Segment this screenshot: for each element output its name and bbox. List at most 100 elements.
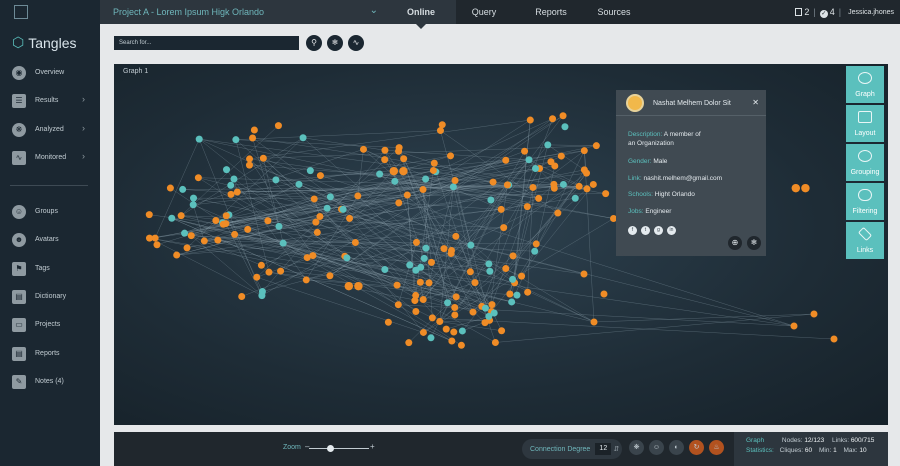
graph-node[interactable] bbox=[549, 115, 557, 123]
graph-node[interactable] bbox=[391, 177, 399, 185]
tab-sources[interactable]: Sources bbox=[584, 0, 644, 24]
documents-counter[interactable]: 2 bbox=[795, 7, 809, 17]
graph-node[interactable] bbox=[313, 228, 321, 236]
graph-node[interactable] bbox=[194, 174, 202, 182]
graph-node[interactable] bbox=[412, 308, 420, 316]
graph-node[interactable] bbox=[531, 164, 539, 172]
graph-node[interactable] bbox=[214, 236, 222, 244]
graph-node[interactable] bbox=[810, 310, 818, 318]
graph-node[interactable] bbox=[602, 190, 610, 198]
graph-node[interactable] bbox=[589, 180, 597, 188]
graph-node[interactable] bbox=[212, 216, 220, 224]
project-selector[interactable]: Project A - Lorem Ipsum Higk Orlando ⌄ bbox=[100, 0, 386, 24]
graph-node[interactable] bbox=[559, 180, 567, 188]
sidebar-item-tags[interactable]: ⚑ Tags bbox=[0, 259, 100, 279]
graph-node[interactable] bbox=[523, 203, 531, 211]
graph-node[interactable] bbox=[444, 299, 452, 307]
graph-node[interactable] bbox=[395, 144, 403, 152]
graph-node[interactable] bbox=[173, 251, 181, 259]
graph-node[interactable] bbox=[189, 201, 197, 209]
google-icon[interactable]: g bbox=[654, 226, 663, 235]
graph-node[interactable] bbox=[264, 217, 272, 225]
group-cluster-icon[interactable]: ●● bbox=[791, 181, 810, 194]
graph-node[interactable] bbox=[412, 238, 420, 246]
graph-node[interactable] bbox=[246, 155, 254, 163]
graph-node[interactable] bbox=[233, 188, 241, 196]
graph-node[interactable] bbox=[181, 229, 189, 237]
tab-online[interactable]: Online bbox=[386, 0, 456, 29]
graph-node[interactable] bbox=[238, 293, 246, 301]
graph-node[interactable] bbox=[343, 254, 351, 262]
graph-node[interactable] bbox=[265, 268, 273, 276]
graph-node[interactable] bbox=[279, 239, 287, 247]
graph-node[interactable] bbox=[381, 266, 389, 274]
graph-node[interactable] bbox=[498, 327, 506, 335]
checks-counter[interactable]: ✓ 4 bbox=[819, 7, 835, 18]
graph-node[interactable] bbox=[295, 180, 303, 188]
field-value[interactable]: nashit.melhem@gmail.com bbox=[644, 175, 723, 182]
tool-filtering[interactable]: Filtering bbox=[846, 183, 884, 220]
zoom-out-icon[interactable]: – bbox=[305, 442, 309, 451]
graph-node[interactable] bbox=[381, 146, 389, 154]
graph-node[interactable] bbox=[200, 237, 208, 245]
graph-node[interactable] bbox=[393, 281, 401, 289]
graph-node[interactable] bbox=[326, 193, 334, 201]
graph-node[interactable] bbox=[253, 273, 261, 281]
tool-layout[interactable]: Layout bbox=[846, 105, 884, 142]
graph-node[interactable] bbox=[405, 339, 413, 347]
app-logo-icon[interactable] bbox=[14, 5, 28, 19]
graph-node[interactable] bbox=[554, 209, 562, 217]
graph-node[interactable] bbox=[419, 328, 427, 336]
snowflake-icon[interactable]: ❄ bbox=[327, 35, 343, 51]
graph-node[interactable] bbox=[177, 212, 185, 220]
close-icon[interactable]: ✕ bbox=[752, 98, 759, 107]
graph-node[interactable] bbox=[403, 191, 411, 199]
connection-degree-input[interactable]: 12 bbox=[595, 443, 612, 455]
graph-node[interactable] bbox=[448, 246, 456, 254]
graph-node[interactable] bbox=[524, 288, 532, 296]
sidebar-item-analyzed[interactable]: ❋ Analyzed › bbox=[0, 120, 100, 140]
graph-node[interactable] bbox=[145, 211, 153, 219]
graph-node[interactable] bbox=[430, 159, 438, 167]
graph-node[interactable] bbox=[316, 213, 324, 221]
snowflake-icon[interactable]: ❄ bbox=[747, 236, 761, 250]
twitter-icon[interactable]: t bbox=[641, 226, 650, 235]
group-cluster-icon[interactable]: ●● bbox=[344, 279, 363, 292]
graph-node[interactable] bbox=[447, 152, 455, 160]
graph-node[interactable] bbox=[190, 194, 198, 202]
graph-node[interactable] bbox=[502, 265, 510, 273]
graph-node[interactable] bbox=[323, 204, 331, 212]
graph-node[interactable] bbox=[312, 218, 320, 226]
graph-node[interactable] bbox=[451, 311, 459, 319]
graph-node[interactable] bbox=[450, 328, 458, 336]
graph-node[interactable] bbox=[600, 290, 608, 298]
graph-node[interactable] bbox=[525, 156, 533, 164]
sidebar-item-dictionary[interactable]: ▤ Dictionary bbox=[0, 287, 100, 307]
graph-node[interactable] bbox=[449, 183, 457, 191]
graph-node[interactable] bbox=[420, 254, 428, 262]
network-icon[interactable]: ❋ bbox=[629, 440, 644, 455]
target-icon[interactable]: ⊕ bbox=[728, 236, 742, 250]
graph-node[interactable] bbox=[179, 185, 187, 193]
graph-node[interactable] bbox=[417, 263, 425, 271]
graph-node[interactable] bbox=[227, 190, 235, 198]
graph-node[interactable] bbox=[406, 261, 414, 269]
graph-node[interactable] bbox=[457, 341, 465, 349]
graph-node[interactable] bbox=[481, 319, 489, 327]
contrast-icon[interactable]: ◐ bbox=[669, 440, 684, 455]
brand[interactable]: ⬡ Tangles bbox=[12, 34, 77, 51]
sidebar-item-monitored[interactable]: ∿ Monitored › bbox=[0, 148, 100, 168]
chart-icon[interactable]: ∿ bbox=[348, 35, 364, 51]
graph-node[interactable] bbox=[166, 184, 174, 192]
graph-node[interactable] bbox=[411, 297, 419, 305]
graph-node[interactable] bbox=[497, 205, 505, 213]
graph-node[interactable] bbox=[467, 241, 475, 249]
graph-node[interactable] bbox=[502, 156, 510, 164]
graph-node[interactable] bbox=[394, 301, 402, 309]
graph-node[interactable] bbox=[557, 152, 565, 160]
group-icon[interactable]: ☺ bbox=[649, 440, 664, 455]
graph-node[interactable] bbox=[592, 142, 600, 150]
graph-node[interactable] bbox=[259, 154, 267, 162]
graph-node[interactable] bbox=[222, 212, 230, 220]
graph-node[interactable] bbox=[250, 126, 258, 134]
